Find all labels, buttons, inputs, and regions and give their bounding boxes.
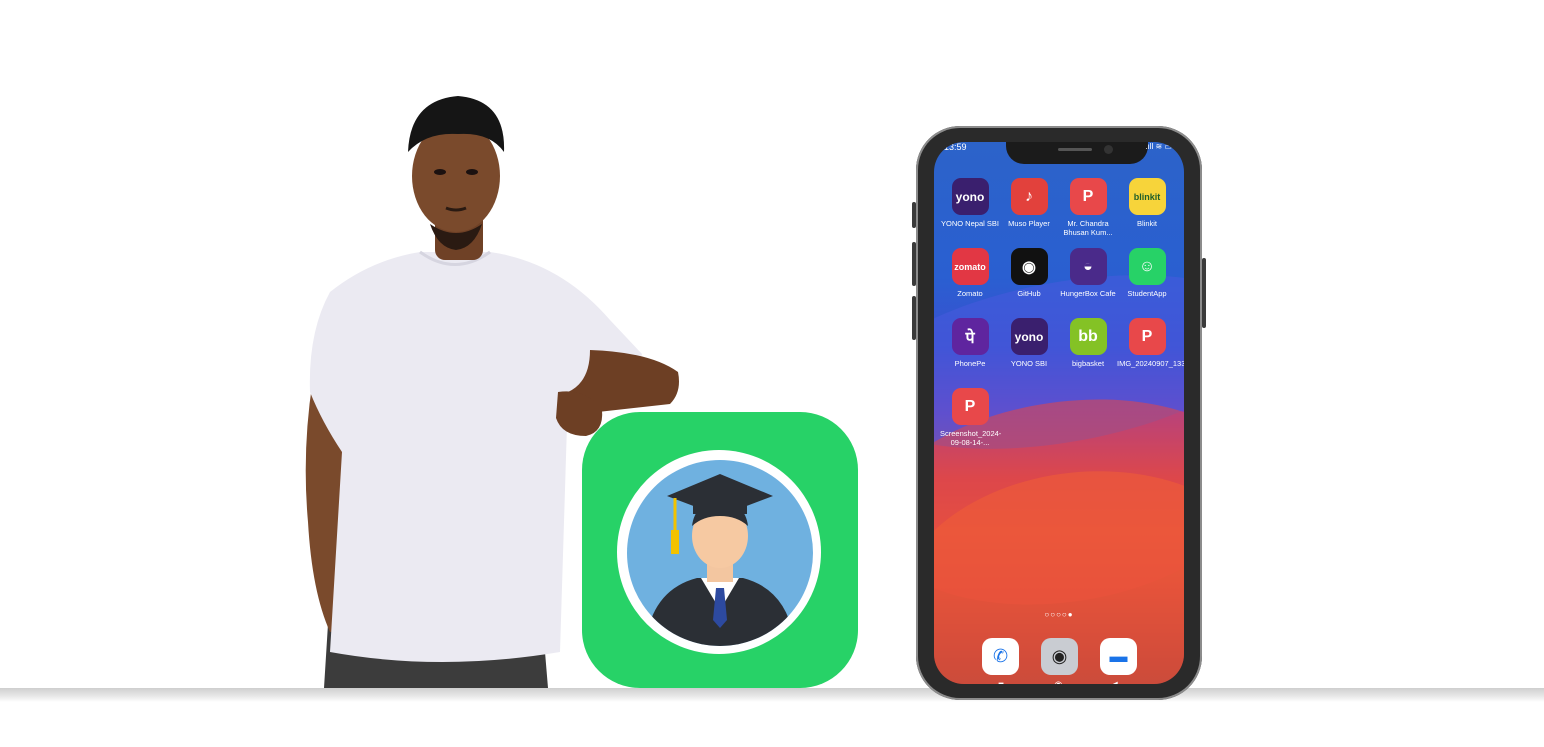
app-shortcut[interactable]: P IMG_20240907_133440	[1117, 318, 1184, 368]
app-shortcut[interactable]: yono YONO Nepal SBI	[940, 178, 1000, 228]
phone-side-button	[912, 202, 916, 228]
blinkit-icon[interactable]: blinkit	[1128, 178, 1166, 215]
app-shortcut[interactable]: ☺ StudentApp	[1117, 248, 1177, 298]
app-shortcut[interactable]: bb bigbasket	[1058, 318, 1118, 368]
power-button	[1202, 258, 1206, 328]
image-shortcut-icon[interactable]: P	[1128, 318, 1166, 355]
front-camera	[1104, 145, 1113, 154]
volume-down-button	[912, 296, 916, 340]
camera-app-icon[interactable]: ◉	[1041, 638, 1078, 675]
back-button[interactable]: ◀	[1110, 680, 1118, 684]
yono-nepal-icon[interactable]: yono	[951, 178, 989, 215]
app-label: YONO Nepal SBI	[941, 219, 999, 228]
app-label: Blinkit	[1136, 219, 1157, 228]
yono-sbi-icon[interactable]: yono	[1010, 318, 1048, 355]
app-shortcut[interactable]: ♪ Muso Player	[999, 178, 1059, 228]
app-shortcut[interactable]: yono YONO SBI	[999, 318, 1059, 368]
phone-notch	[1006, 142, 1148, 164]
app-label: YONO SBI	[1010, 359, 1048, 368]
hungerbox-icon[interactable]: ◒	[1069, 248, 1107, 285]
phone-screen: 13:59 .ıll ≋ ▭ yono YONO Nepal SBI ♪ Muso P…	[934, 142, 1184, 684]
app-label: HungerBox Cafe	[1060, 289, 1116, 298]
smartphone: 13:59 .ıll ≋ ▭ yono YONO Nepal SBI ♪ Muso P…	[912, 126, 1206, 700]
graduate-avatar-icon	[627, 460, 813, 646]
muso-player-icon[interactable]: ♪	[1010, 178, 1048, 215]
app-shortcut[interactable]: ◉ GitHub	[999, 248, 1059, 298]
app-label: GitHub	[1017, 289, 1041, 298]
app-label: IMG_20240907_133440	[1117, 359, 1184, 368]
contact-shortcut-icon[interactable]: P	[1069, 178, 1107, 215]
earpiece-speaker	[1058, 148, 1092, 151]
student-app-logo	[582, 412, 858, 688]
app-shortcut[interactable]: zomato Zomato	[940, 248, 1000, 298]
status-bar-time: 13:59	[944, 142, 967, 152]
app-label: StudentApp	[1127, 289, 1167, 298]
github-icon[interactable]: ◉	[1010, 248, 1048, 285]
app-shortcut[interactable]: P Mr. Chandra Bhusan Kum...	[1058, 178, 1118, 237]
screenshot-shortcut-icon[interactable]: P	[951, 388, 989, 425]
app-shortcut[interactable]: ◒ HungerBox Cafe	[1058, 248, 1118, 298]
app-label: Screenshot_2024-09-08-14-...	[940, 429, 1002, 447]
messages-app-icon[interactable]: ▬	[1100, 638, 1137, 675]
app-shortcut[interactable]: P Screenshot_2024-09-08-14-...	[940, 388, 1002, 447]
student-app-icon[interactable]: ☺	[1128, 248, 1166, 285]
app-shortcut[interactable]: blinkit Blinkit	[1117, 178, 1177, 228]
bigbasket-icon[interactable]: bb	[1069, 318, 1107, 355]
volume-up-button	[912, 242, 916, 286]
home-button[interactable]: ◉	[1054, 680, 1063, 684]
recents-button[interactable]: ■	[998, 680, 1004, 684]
app-shortcut[interactable]: पे PhonePe	[940, 318, 1000, 368]
app-label: Muso Player	[1008, 219, 1050, 228]
app-label: bigbasket	[1071, 359, 1105, 368]
floor-shadow	[0, 688, 1544, 702]
phonepe-icon[interactable]: पे	[951, 318, 989, 355]
status-bar-icons: .ıll ≋ ▭	[1145, 142, 1172, 151]
page-indicator: ○○○○●	[1044, 610, 1074, 619]
zomato-icon[interactable]: zomato	[951, 248, 989, 285]
phone-app-icon[interactable]: ✆	[982, 638, 1019, 675]
app-label: PhonePe	[954, 359, 986, 368]
app-label: Mr. Chandra Bhusan Kum...	[1063, 219, 1113, 237]
app-label: Zomato	[957, 289, 983, 298]
